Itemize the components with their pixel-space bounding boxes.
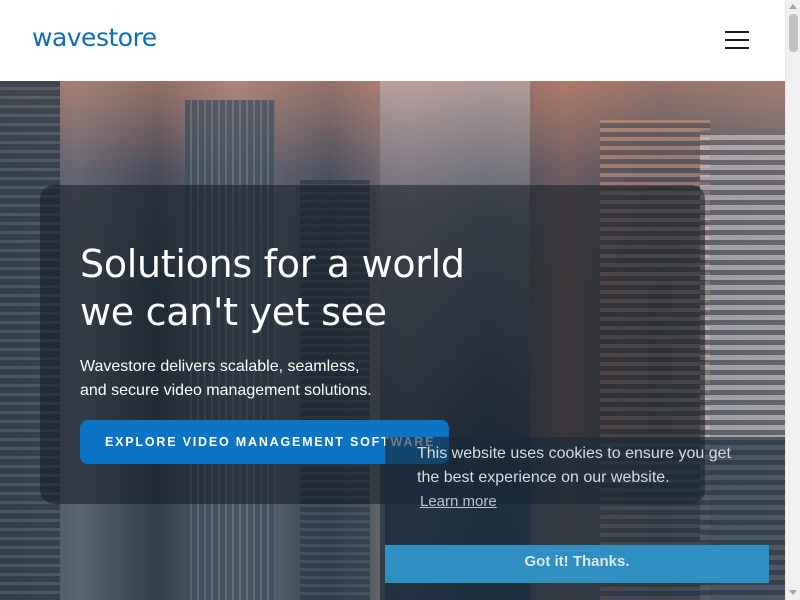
hero-subline-line-1: Wavestore delivers scalable, seamless, [80, 358, 360, 375]
scroll-thumb[interactable] [789, 14, 798, 52]
cookie-message: This website uses cookies to ensure you … [417, 445, 731, 486]
hero-subline-line-2: and secure video management solutions. [80, 382, 372, 399]
menu-bar [725, 47, 749, 49]
menu-bar [725, 31, 749, 33]
hero-headline-line-1: Solutions for a world [80, 242, 465, 286]
hero-subline: Wavestore delivers scalable, seamless, a… [80, 355, 440, 403]
learn-more-link[interactable]: Learn more [420, 493, 497, 510]
accept-cookies-button[interactable]: Got it! Thanks. [385, 545, 769, 583]
page: wavestore Solutions for a world we can't… [0, 0, 785, 600]
vertical-scrollbar[interactable] [785, 0, 800, 600]
hero-headline: Solutions for a world we can't yet see [80, 240, 540, 336]
site-header: wavestore [0, 0, 785, 81]
hamburger-menu-icon[interactable] [721, 26, 753, 54]
cookie-banner: This website uses cookies to ensure you … [385, 437, 785, 600]
menu-bar [725, 39, 749, 41]
wavestore-logo[interactable]: wavestore [32, 22, 157, 54]
scroll-down-arrow-icon[interactable] [789, 590, 797, 595]
hero-headline-line-2: we can't yet see [80, 290, 387, 334]
scroll-up-arrow-icon[interactable] [789, 4, 797, 9]
